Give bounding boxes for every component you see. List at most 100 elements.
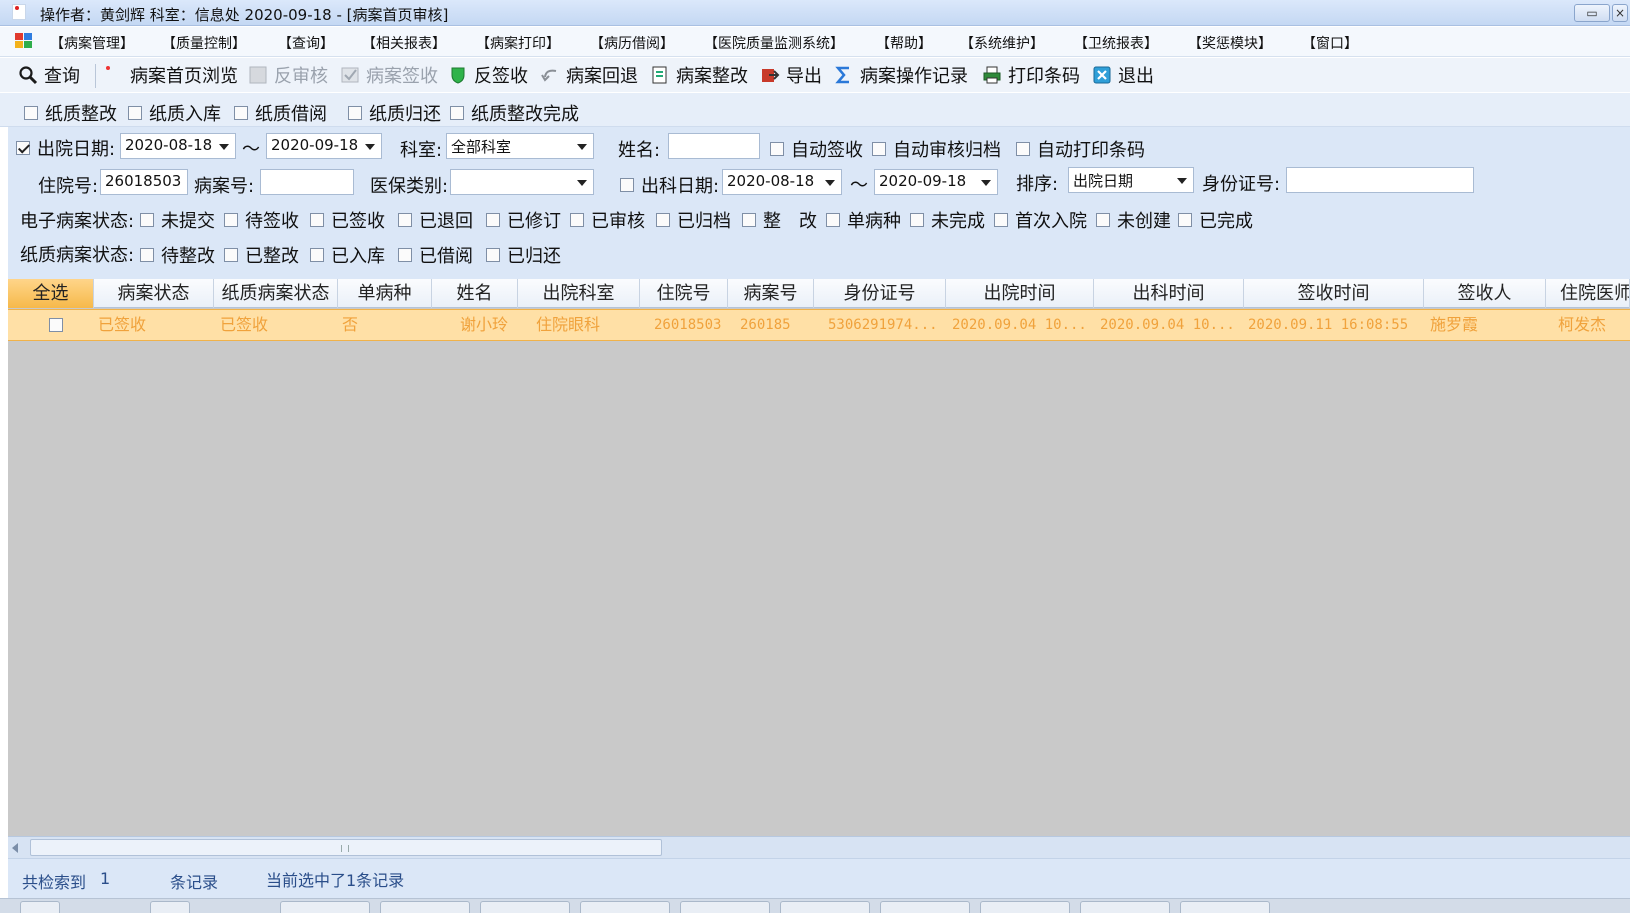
auto-print-barcode-checkbox[interactable]: 自动打印条码 xyxy=(1016,136,1145,162)
taskbar-item[interactable] xyxy=(1080,901,1170,913)
case-no-input[interactable] xyxy=(260,169,354,195)
paper-status-pending-rectify[interactable]: 待整改 xyxy=(140,242,215,268)
menu-reward-punish[interactable]: 【奖惩模块】 xyxy=(1188,33,1272,53)
column-header[interactable]: 病案状态 xyxy=(94,279,214,308)
e-status-archived[interactable]: 已归档 xyxy=(656,207,731,233)
column-header[interactable]: 纸质病案状态 xyxy=(214,279,338,308)
checkbox-box[interactable] xyxy=(234,106,248,120)
browse-button[interactable]: 病案首页浏览 xyxy=(104,63,238,87)
taskbar-item[interactable] xyxy=(1180,901,1270,913)
checkbox-box[interactable] xyxy=(486,213,500,227)
checkbox-box[interactable] xyxy=(910,213,924,227)
menu-case-management[interactable]: 【病案管理】 xyxy=(50,33,134,53)
e-status-returned[interactable]: 已退回 xyxy=(398,207,473,233)
taskbar-item[interactable] xyxy=(480,901,570,913)
query-button[interactable]: 查询 xyxy=(18,63,80,87)
e-status-not-created[interactable]: 未创建 xyxy=(1096,207,1171,233)
checkbox-box[interactable] xyxy=(24,106,38,120)
checkbox-box[interactable] xyxy=(224,213,238,227)
checkbox-box[interactable] xyxy=(450,106,464,120)
taskbar-item[interactable] xyxy=(880,901,970,913)
dept-out-date-checkbox[interactable]: 出科日期: xyxy=(620,172,719,198)
insurance-select[interactable] xyxy=(450,169,594,195)
e-status-revised[interactable]: 已修订 xyxy=(486,207,561,233)
paper-rectify-checkbox[interactable]: 纸质整改 xyxy=(24,100,117,126)
checkbox-box[interactable] xyxy=(872,142,886,156)
menu-window[interactable]: 【窗口】 xyxy=(1302,33,1358,53)
name-input[interactable] xyxy=(668,133,760,159)
e-status-signed[interactable]: 已签收 xyxy=(310,207,385,233)
op-log-button[interactable]: 病案操作记录 xyxy=(834,63,968,87)
menu-health-stat-reports[interactable]: 【卫统报表】 xyxy=(1074,33,1158,53)
checkbox-box[interactable] xyxy=(310,248,324,262)
taskbar-item[interactable] xyxy=(980,901,1070,913)
auto-audit-archive-checkbox[interactable]: 自动审核归档 xyxy=(872,136,1001,162)
column-header[interactable]: 病案号 xyxy=(728,279,814,308)
sort-select[interactable]: 出院日期 xyxy=(1068,167,1194,193)
column-header[interactable]: 出科时间 xyxy=(1094,279,1244,308)
checkbox-box[interactable] xyxy=(826,213,840,227)
paper-status-returned[interactable]: 已归还 xyxy=(486,242,561,268)
checkbox-box[interactable] xyxy=(742,213,756,227)
dept-out-date-from[interactable]: 2020-08-18 xyxy=(722,169,842,195)
discharge-date-to[interactable]: 2020-09-18 xyxy=(266,133,382,159)
checkbox-box[interactable] xyxy=(224,248,238,262)
e-status-rectify[interactable]: 整 改 xyxy=(742,207,817,233)
menu-case-print[interactable]: 【病案打印】 xyxy=(476,33,560,53)
menu-query[interactable]: 【查询】 xyxy=(278,33,334,53)
rectify-button[interactable]: 病案整改 xyxy=(650,63,748,87)
taskbar-item[interactable] xyxy=(580,901,670,913)
checkbox-box[interactable] xyxy=(1016,142,1030,156)
reverse-audit-button[interactable]: 反审核 xyxy=(248,63,328,87)
menu-related-reports[interactable]: 【相关报表】 xyxy=(362,33,446,53)
checkbox-box[interactable] xyxy=(348,106,362,120)
taskbar-item[interactable] xyxy=(680,901,770,913)
column-header[interactable]: 出院科室 xyxy=(518,279,640,308)
paper-return-checkbox[interactable]: 纸质归还 xyxy=(348,100,441,126)
auto-sign-checkbox[interactable]: 自动签收 xyxy=(770,136,863,162)
inpatient-no-input[interactable]: 26018503 xyxy=(100,169,188,195)
row-checkbox[interactable] xyxy=(49,318,63,332)
menu-system-maintenance[interactable]: 【系统维护】 xyxy=(960,33,1044,53)
paper-storage-checkbox[interactable]: 纸质入库 xyxy=(128,100,221,126)
menu-record-borrow[interactable]: 【病历借阅】 xyxy=(590,33,674,53)
export-button[interactable]: 导出 xyxy=(760,63,822,87)
column-header[interactable]: 住院号 xyxy=(640,279,728,308)
e-status-first-admission[interactable]: 首次入院 xyxy=(994,207,1087,233)
e-status-audited[interactable]: 已审核 xyxy=(570,207,645,233)
print-barcode-button[interactable]: 打印条码 xyxy=(982,63,1080,87)
return-button[interactable]: 病案回退 xyxy=(540,63,638,87)
horizontal-scrollbar[interactable] xyxy=(8,836,1630,858)
e-status-incomplete[interactable]: 未完成 xyxy=(910,207,985,233)
sign-button[interactable]: 病案签收 xyxy=(340,63,438,87)
discharge-date-checkbox[interactable]: 出院日期: xyxy=(16,135,115,161)
checkbox-box[interactable] xyxy=(656,213,670,227)
column-header[interactable]: 出院时间 xyxy=(946,279,1094,308)
paper-rectify-done-checkbox[interactable]: 纸质整改完成 xyxy=(450,100,579,126)
taskbar-item[interactable] xyxy=(780,901,870,913)
paper-status-borrowed[interactable]: 已借阅 xyxy=(398,242,473,268)
column-header[interactable]: 身份证号 xyxy=(814,279,946,308)
e-status-completed[interactable]: 已完成 xyxy=(1178,207,1253,233)
e-status-single-disease[interactable]: 单病种 xyxy=(826,207,901,233)
id-card-input[interactable] xyxy=(1286,167,1474,193)
select-all-header[interactable]: 全选 xyxy=(8,279,94,308)
scrollbar-thumb[interactable] xyxy=(30,839,662,856)
checkbox-box[interactable] xyxy=(486,248,500,262)
taskbar-item[interactable] xyxy=(280,901,370,913)
column-header[interactable]: 住院医师 xyxy=(1546,279,1630,308)
exit-button[interactable]: 退出 xyxy=(1092,63,1154,87)
paper-status-rectified[interactable]: 已整改 xyxy=(224,242,299,268)
column-header[interactable]: 签收时间 xyxy=(1244,279,1424,308)
table-row[interactable]: 已签收 已签收 否 谢小玲 住院眼科 26018503 260185 53062… xyxy=(8,309,1630,341)
taskbar-item[interactable] xyxy=(380,901,470,913)
checkbox-box[interactable] xyxy=(140,213,154,227)
column-header[interactable]: 单病种 xyxy=(338,279,432,308)
checkbox-box[interactable] xyxy=(1178,213,1192,227)
taskbar-item[interactable] xyxy=(150,901,190,913)
paper-borrow-checkbox[interactable]: 纸质借阅 xyxy=(234,100,327,126)
menu-quality-control[interactable]: 【质量控制】 xyxy=(162,33,246,53)
checkbox-box[interactable] xyxy=(1096,213,1110,227)
dept-out-date-to[interactable]: 2020-09-18 xyxy=(874,169,998,195)
checkbox-box[interactable] xyxy=(770,142,784,156)
